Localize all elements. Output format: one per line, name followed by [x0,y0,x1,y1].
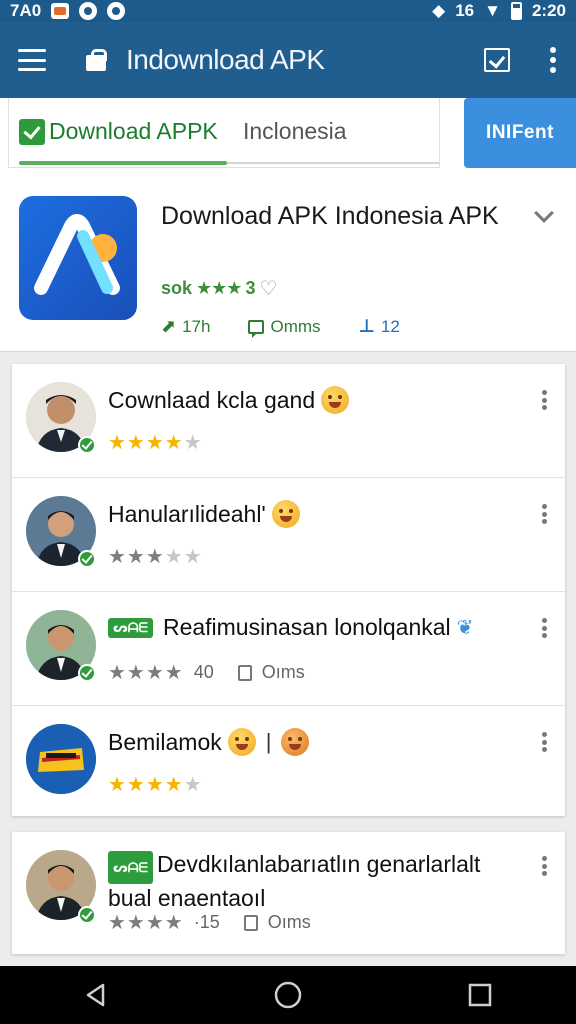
verified-badge-icon [78,906,96,924]
rating-suffix: 3 [245,278,256,298]
app-header: Download APK Indonesia APK sok ★★★ 3 ♡ ⬈… [0,174,576,352]
review-stars: ★★★★ [108,662,184,684]
smiley-emoji-icon [321,386,350,414]
tabs-card: Download APPK Inclonesia [8,98,440,168]
downloads-count: 17h [182,316,211,336]
review-item[interactable]: ᔕᗩᗴ Reafimusinasan lonolqankal ❦ ★★★★ 40… [12,592,565,706]
tab-indonesia[interactable]: Inclonesia [243,118,347,145]
review-title: Bemilamok | [108,728,310,756]
ice-cream-icon: ❦ [456,617,474,639]
overflow-menu-icon[interactable] [550,47,556,73]
review-item[interactable]: ᔕᗩᗴ Devdkılanlabarıatlın genarlarlalt bua… [12,832,565,954]
review-tag-badge: ᔕᗩᗴ [108,851,153,884]
tab-divider [227,162,439,164]
menu-icon[interactable] [18,49,46,71]
tab-bar: Download APPK Inclonesia INIFent [0,98,576,174]
shopping-bag-icon [86,49,107,71]
review-title: Hanularılideahl' [108,500,300,528]
stat-downloads: ⬈ 17h [161,316,210,337]
laughing-emoji-icon [227,728,256,756]
review-overflow-icon[interactable] [542,618,547,638]
review-overflow-icon[interactable] [542,732,547,752]
review-rating-text: 40 [193,662,214,682]
review-comments-text: Oıms [267,912,311,932]
app-toolbar: Indownload APK [0,22,576,98]
review-item[interactable]: Bemilamok | ★★★★★ [12,706,565,816]
status-bar: 7A0 ◆ 16 ▼ 2:20 [0,0,576,22]
tab-indonesia-label: Inclonesia [243,118,347,144]
flag-icon[interactable] [237,664,252,681]
comment-icon [248,319,265,338]
review-overflow-icon[interactable] [542,856,547,876]
app-stats: ⬈ 17h Omms ⊥ 12 [161,316,400,338]
review-overflow-icon[interactable] [542,504,547,524]
status-left-text: 7A0 [10,1,42,20]
flag-icon[interactable] [243,914,258,931]
review-title: Cownlaad kcla gand [108,386,350,414]
review-title: ᔕᗩᗴ Devdkılanlabarıatlın genarlarlalt bua… [108,850,508,913]
review-stars: ★★★★ [108,912,184,934]
review-tag-badge: ᔕᗩᗴ [108,617,153,638]
bar-chart-icon: ⊥ [358,316,375,336]
downloads-icon: ⬈ [161,316,177,336]
notification-icon [51,3,70,19]
review-stars: ★★★★★ [108,774,203,796]
review-stars: ★★★★★ [108,432,203,454]
tab-download[interactable]: Download APPK [19,118,218,145]
review-meta: ★★★★ ·15 Oıms [108,910,311,935]
reviews-card-2: ᔕᗩᗴ Devdkılanlabarıatlın genarlarlalt bua… [12,832,565,954]
toolbar-title: Indownload APK [126,44,325,75]
wink-emoji-icon [271,500,300,528]
notification-circle-icon [79,2,98,20]
notification-circle-icon-2 [107,2,126,20]
stat-comments[interactable]: Omms [248,316,321,338]
review-title-text: Hanularılideahl' [108,500,266,527]
review-title-text: Devdkılanlabarıatlın genarlarlalt bual e… [108,851,481,911]
avatar[interactable] [26,724,96,794]
location-icon: ◆ [432,1,446,20]
separator: | [265,729,272,754]
install-button[interactable]: INIFent [464,98,576,168]
signal-text: 16 [455,1,475,20]
clock: 2:20 [531,1,566,20]
chevron-down-icon[interactable] [534,203,554,223]
size-value: 12 [380,316,400,336]
review-comments-text: Oıms [261,662,305,682]
back-icon[interactable] [76,975,116,1015]
review-title: ᔕᗩᗴ Reafimusinasan lonolqankal ❦ [108,614,473,641]
review-item[interactable]: Hanularılideahl' ★★★★★ [12,478,565,592]
stat-size: ⊥ 12 [359,316,400,337]
tab-download-label: Download APPK [49,118,218,144]
home-icon[interactable] [268,975,308,1015]
heart-icon[interactable]: ♡ [259,276,277,301]
battery-icon [510,2,522,20]
tab-active-indicator [19,161,227,165]
review-title-text: Cownlaad kcla gand [108,386,316,413]
status-bar-left: 7A0 [10,1,126,21]
comments-count: Omms [270,316,321,336]
verified-badge-icon [78,664,96,682]
checkbox-icon[interactable] [484,48,510,72]
review-title-text: Bemilamok [108,728,222,755]
verified-badge-icon [78,550,96,568]
recent-apps-icon[interactable] [460,975,500,1015]
review-overflow-icon[interactable] [542,390,547,410]
wifi-icon: ▼ [484,1,501,20]
review-meta: ★★★★ 40 Oıms [108,660,305,685]
app-rating: sok ★★★ 3 ♡ [161,276,277,301]
app-title: Download APK Indonesia APK [161,202,499,230]
verified-badge-icon [78,436,96,454]
grinning-emoji-icon [281,728,310,756]
review-rating-text: ·15 [193,912,220,932]
system-nav-bar [0,966,576,1024]
reviews-card: Cownlaad kcla gand ★★★★★ Hanularılideahl… [12,364,565,816]
review-title-text: Reafimusinasan lonolqankal [162,614,451,640]
review-stars: ★★★★★ [108,546,203,568]
rating-stars: ★★★ [196,278,242,298]
check-icon [19,118,45,145]
app-logo-icon [19,196,137,320]
status-bar-right: ◆ 16 ▼ 2:20 [432,1,566,21]
rating-prefix: sok [161,278,193,298]
review-item[interactable]: Cownlaad kcla gand ★★★★★ [12,364,565,478]
